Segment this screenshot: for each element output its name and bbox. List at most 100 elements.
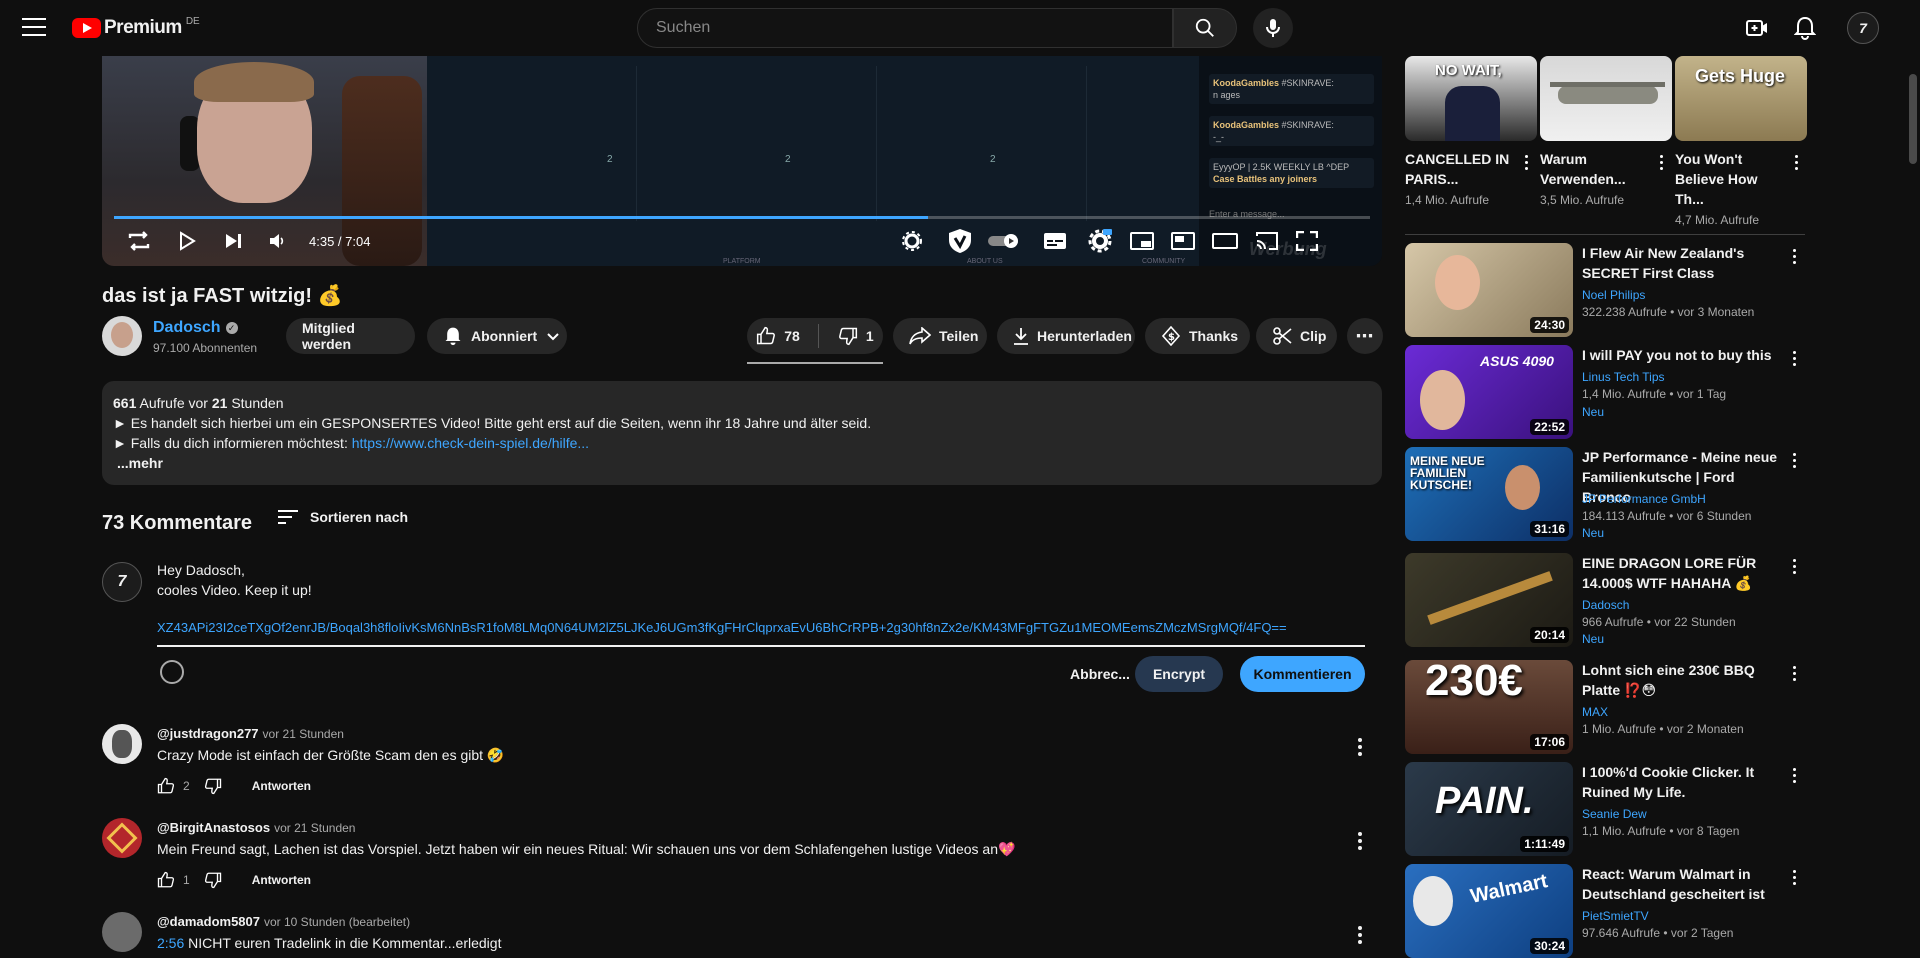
video-channel[interactable]: Linus Tech Tips bbox=[1582, 370, 1665, 384]
voice-search-button[interactable] bbox=[1253, 8, 1293, 48]
video-thumbnail[interactable]: PAIN. 1:11:49 bbox=[1405, 762, 1573, 856]
volume-button[interactable] bbox=[262, 226, 292, 256]
channel-name[interactable]: Dadosch bbox=[153, 319, 221, 336]
description-box[interactable]: 661 Aufrufe vor 21 Stunden ► Es handelt … bbox=[102, 381, 1382, 485]
miniplayer-button[interactable] bbox=[1127, 226, 1157, 256]
loop-button[interactable] bbox=[124, 226, 154, 256]
fullscreen-button[interactable] bbox=[1292, 226, 1322, 256]
video-thumbnail[interactable]: 24:30 bbox=[1405, 243, 1573, 337]
thumbs-down-icon[interactable] bbox=[204, 777, 222, 795]
thumbs-down-icon[interactable] bbox=[204, 871, 222, 889]
clip-button[interactable]: Clip bbox=[1256, 318, 1337, 354]
comment-time[interactable]: vor 21 Stunden bbox=[274, 821, 355, 835]
video-thumbnail[interactable]: MEINE NEUE FAMILIEN KUTSCHE! 31:16 bbox=[1405, 447, 1573, 541]
gear-extension-button[interactable] bbox=[897, 226, 927, 256]
subscribed-button[interactable]: Abonniert bbox=[427, 318, 567, 354]
recommended-video[interactable]: PAIN. 1:11:49 I 100%'d Cookie Clicker. I… bbox=[1405, 762, 1805, 856]
shield-extension-button[interactable] bbox=[945, 226, 975, 256]
recommended-video[interactable]: ASUS 4090 22:52 I will PAY you not to bu… bbox=[1405, 345, 1805, 439]
short-card[interactable]: Warum Verwenden... 3,5 Mio. Aufrufe bbox=[1540, 56, 1672, 207]
description-link[interactable]: https://www.check-dein-spiel.de/hilfe... bbox=[352, 435, 589, 451]
cast-button[interactable] bbox=[1252, 226, 1282, 256]
video-player[interactable]: 2 2 2 PLATFORM ABOUT US COMMUNITY KoodaG… bbox=[102, 56, 1382, 266]
video-channel[interactable]: Dadosch bbox=[1582, 598, 1629, 612]
video-title[interactable]: Lohnt sich eine 230€ BBQ Platte ⁉️😳 bbox=[1582, 660, 1778, 700]
comment-time[interactable]: vor 21 Stunden bbox=[263, 727, 344, 741]
channel-name-row[interactable]: Dadosch ✓ bbox=[153, 319, 238, 337]
autoplay-toggle[interactable] bbox=[987, 226, 1023, 256]
next-button[interactable] bbox=[218, 226, 248, 256]
video-channel[interactable]: MAX bbox=[1582, 705, 1608, 719]
share-button[interactable]: Teilen bbox=[893, 318, 987, 354]
menu-icon[interactable] bbox=[22, 18, 46, 38]
video-title[interactable]: React: Warum Walmart in Deutschland gesc… bbox=[1582, 864, 1778, 904]
subtitles-button[interactable] bbox=[1040, 226, 1070, 256]
thanks-button[interactable]: $ Thanks bbox=[1145, 318, 1250, 354]
comment-time[interactable]: vor 10 Stunden (bearbeitet) bbox=[264, 915, 410, 929]
short-card[interactable]: Gets Huge You Won't Believe How Th... 4,… bbox=[1675, 56, 1807, 227]
video-title[interactable]: I will PAY you not to buy this bbox=[1582, 345, 1778, 365]
video-menu-icon[interactable] bbox=[1793, 453, 1796, 468]
recommended-video[interactable]: Walmart 30:24 React: Warum Walmart in De… bbox=[1405, 864, 1805, 958]
comment-author[interactable]: @BirgitAnastosos bbox=[157, 820, 270, 835]
search-button[interactable] bbox=[1173, 8, 1237, 48]
youtube-premium-logo[interactable]: Premium DE bbox=[72, 16, 200, 39]
join-button[interactable]: Mitglied werden bbox=[286, 318, 415, 354]
submit-comment-button[interactable]: Kommentieren bbox=[1240, 656, 1365, 692]
comment-menu-icon[interactable] bbox=[1358, 832, 1362, 853]
settings-button[interactable] bbox=[1085, 226, 1115, 256]
short-thumbnail[interactable]: Gets Huge bbox=[1675, 56, 1807, 141]
video-thumbnail[interactable]: Walmart 30:24 bbox=[1405, 864, 1573, 958]
scrollbar-thumb[interactable] bbox=[1909, 74, 1917, 164]
video-menu-icon[interactable] bbox=[1793, 768, 1796, 783]
comment-avatar[interactable] bbox=[102, 818, 142, 858]
video-menu-icon[interactable] bbox=[1793, 351, 1796, 366]
create-button[interactable] bbox=[1742, 13, 1772, 43]
more-actions-button[interactable]: ⋯ bbox=[1347, 318, 1383, 354]
short-title[interactable]: You Won't Believe How Th... bbox=[1675, 149, 1783, 209]
emoji-icon[interactable] bbox=[160, 660, 184, 684]
recommended-video[interactable]: MEINE NEUE FAMILIEN KUTSCHE! 31:16 JP Pe… bbox=[1405, 447, 1805, 541]
short-title[interactable]: Warum Verwenden... bbox=[1540, 149, 1648, 189]
channel-avatar[interactable] bbox=[102, 316, 142, 356]
short-menu-icon[interactable] bbox=[1660, 155, 1663, 170]
short-thumbnail[interactable] bbox=[1540, 56, 1672, 141]
comment-menu-icon[interactable] bbox=[1358, 926, 1362, 947]
theater-button[interactable] bbox=[1210, 226, 1240, 256]
video-menu-icon[interactable] bbox=[1793, 666, 1796, 681]
timestamp-link[interactable]: 2:56 bbox=[157, 935, 184, 951]
sort-comments-button[interactable]: Sortieren nach bbox=[278, 509, 408, 525]
download-button[interactable]: Herunterladen bbox=[997, 318, 1135, 354]
video-channel[interactable]: JP Performance GmbH bbox=[1582, 492, 1706, 506]
dislike-button[interactable]: 1 bbox=[838, 326, 874, 346]
video-title[interactable]: I Flew Air New Zealand's SECRET First Cl… bbox=[1582, 243, 1778, 283]
page-scrollbar[interactable] bbox=[1905, 56, 1920, 945]
comment-menu-icon[interactable] bbox=[1358, 738, 1362, 759]
short-menu-icon[interactable] bbox=[1795, 155, 1798, 170]
encrypt-button[interactable]: Encrypt bbox=[1135, 656, 1223, 692]
comment-author[interactable]: @damadom5807 bbox=[157, 914, 260, 929]
video-thumbnail[interactable]: 20:14 bbox=[1405, 553, 1573, 647]
play-button[interactable] bbox=[172, 226, 202, 256]
comment-author[interactable]: @justdragon277 bbox=[157, 726, 259, 741]
comment-avatar[interactable] bbox=[102, 912, 142, 952]
recommended-video[interactable]: 20:14 EINE DRAGON LORE FÜR 14.000$ WTF H… bbox=[1405, 553, 1805, 647]
video-thumbnail[interactable]: ASUS 4090 22:52 bbox=[1405, 345, 1573, 439]
video-channel[interactable]: Seanie Dew bbox=[1582, 807, 1647, 821]
short-thumbnail[interactable]: NO WAIT, bbox=[1405, 56, 1537, 141]
theater-mode-button[interactable] bbox=[1168, 226, 1198, 256]
search-input[interactable]: Suchen bbox=[637, 8, 1173, 48]
video-title[interactable]: EINE DRAGON LORE FÜR 14.000$ WTF HAHAHA … bbox=[1582, 553, 1778, 593]
recommended-video[interactable]: 230€ 17:06 Lohnt sich eine 230€ BBQ Plat… bbox=[1405, 660, 1805, 754]
thumbs-up-icon[interactable] bbox=[157, 777, 175, 795]
short-card[interactable]: NO WAIT, CANCELLED IN PARIS... 1,4 Mio. … bbox=[1405, 56, 1537, 207]
video-menu-icon[interactable] bbox=[1793, 559, 1796, 574]
video-thumbnail[interactable]: 230€ 17:06 bbox=[1405, 660, 1573, 754]
short-title[interactable]: CANCELLED IN PARIS... bbox=[1405, 149, 1513, 189]
show-more-button[interactable]: ...mehr bbox=[117, 453, 1371, 473]
short-menu-icon[interactable] bbox=[1525, 155, 1528, 170]
comment-input[interactable]: Hey Dadosch, cooles Video. Keep it up! bbox=[157, 560, 1365, 600]
comment-avatar[interactable] bbox=[102, 724, 142, 764]
thumbs-up-icon[interactable] bbox=[157, 871, 175, 889]
reply-button[interactable]: Antworten bbox=[252, 873, 311, 887]
